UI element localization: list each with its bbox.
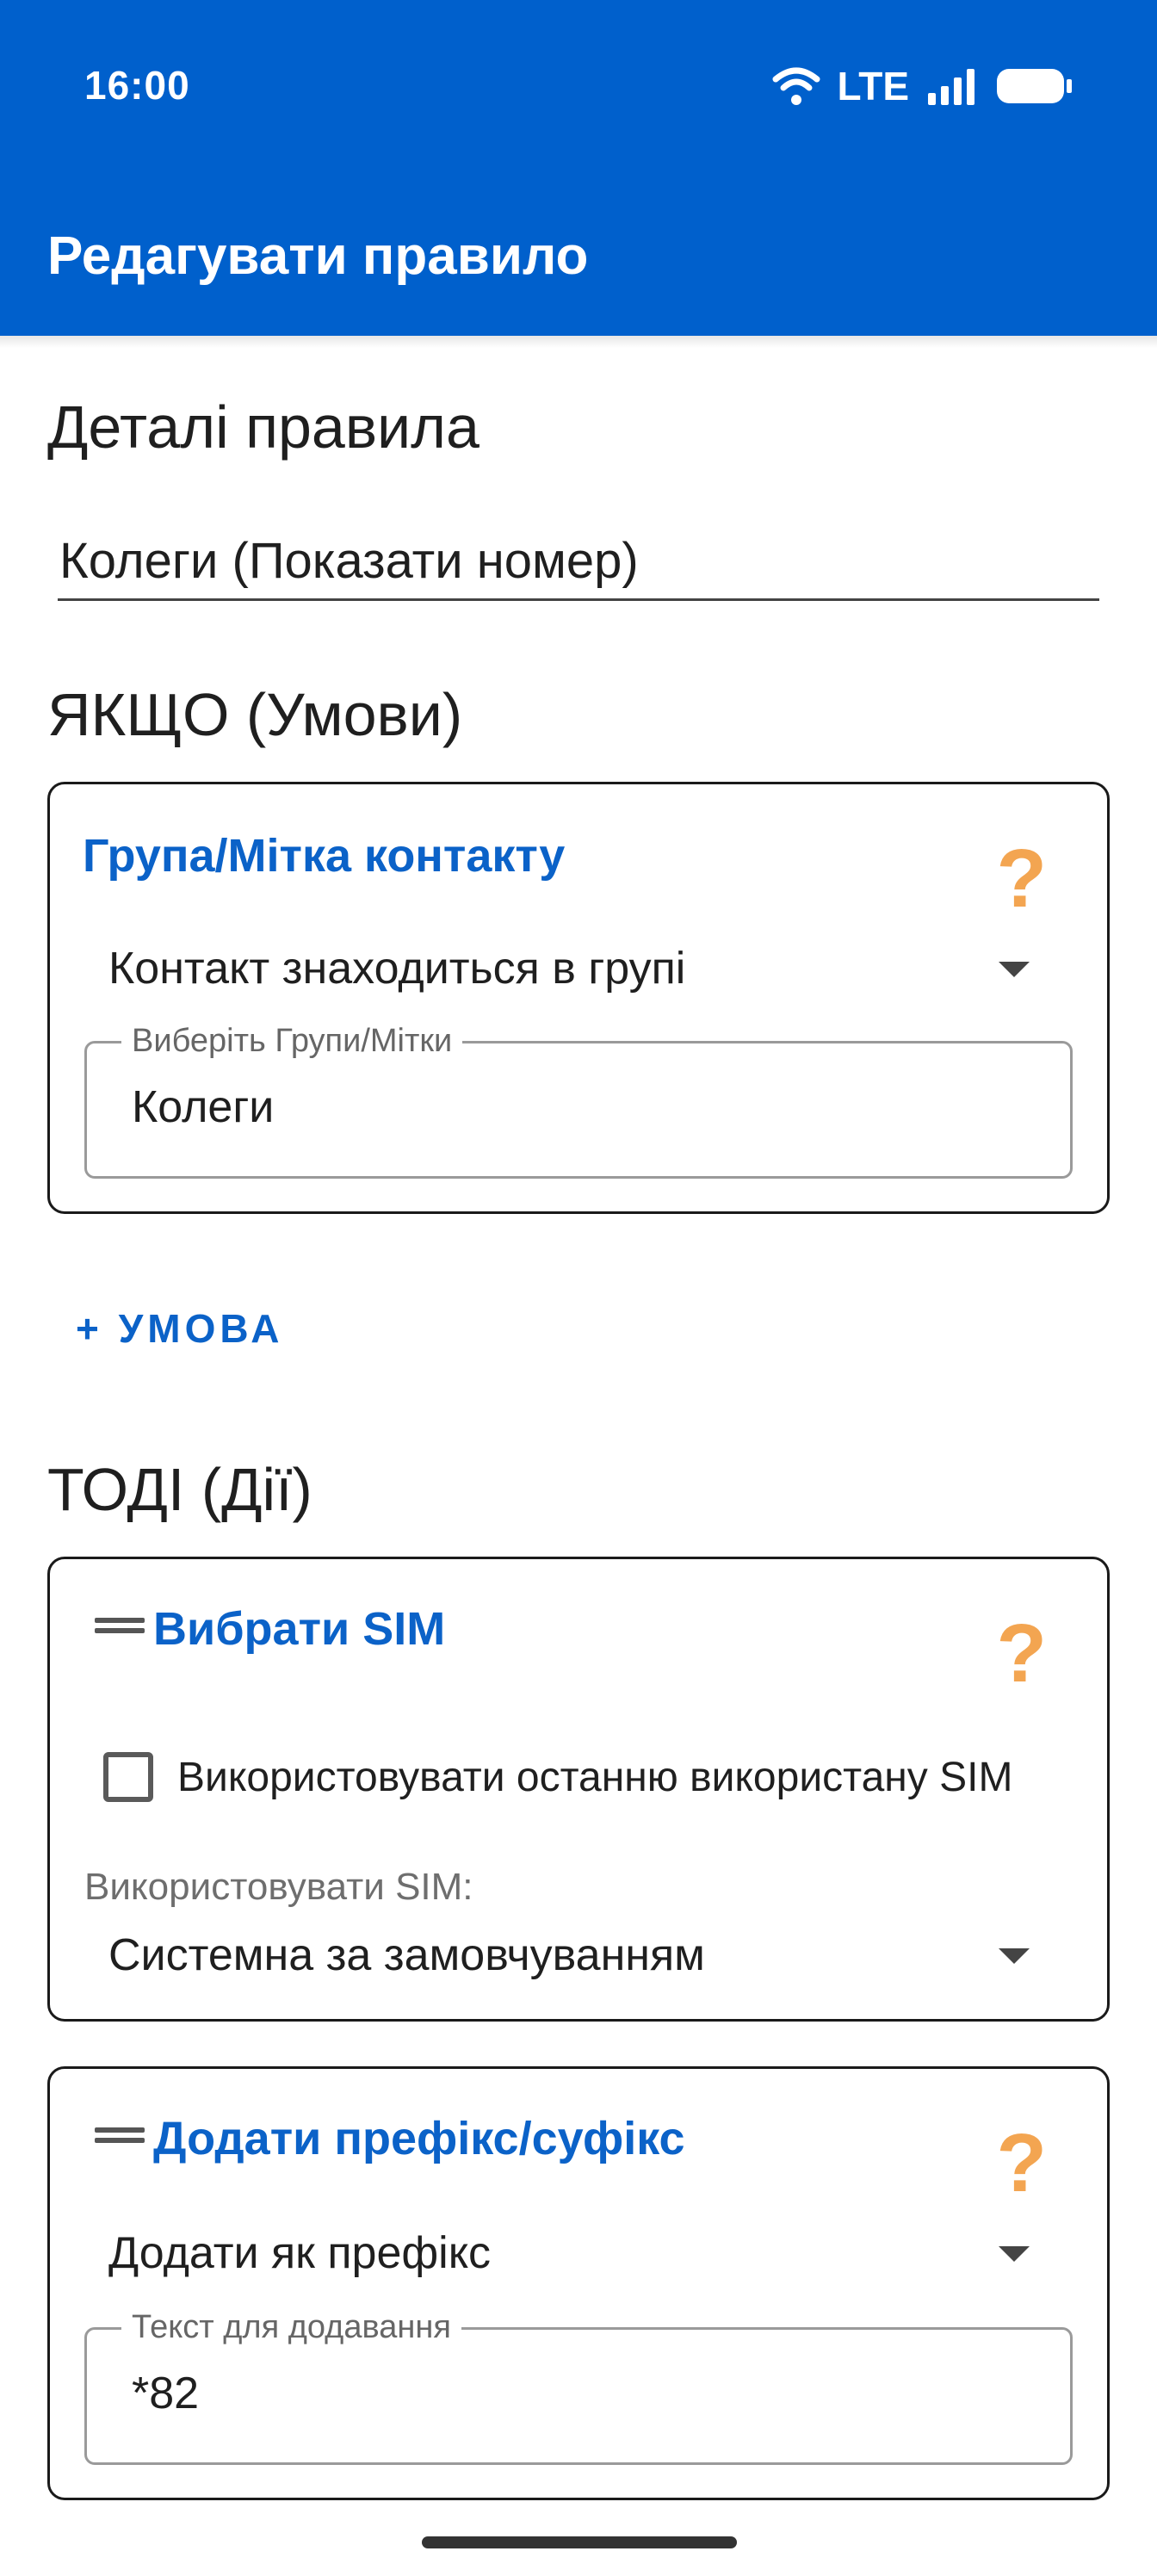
condition-card-contact-group: Група/Мітка контакту ? Контакт знаходить… bbox=[47, 782, 1110, 1214]
wifi-icon bbox=[772, 65, 820, 107]
status-time: 16:00 bbox=[84, 63, 190, 108]
group-select-value: Колеги bbox=[132, 1082, 275, 1132]
drag-handle-icon[interactable] bbox=[95, 1618, 145, 1635]
text-to-add-value: *82 bbox=[132, 2369, 200, 2418]
signal-icon bbox=[926, 67, 978, 105]
condition-operator-dropdown[interactable]: Контакт знаходиться в групі bbox=[108, 934, 1030, 1003]
action-card-prefix-suffix: Додати префікс/суфікс ? Додати як префік… bbox=[47, 2066, 1110, 2500]
last-used-sim-checkbox[interactable] bbox=[103, 1752, 153, 1802]
dropdown-arrow-icon bbox=[999, 962, 1030, 977]
help-icon[interactable]: ? bbox=[996, 2122, 1047, 2205]
conditions-heading: ЯКЩО (Умови) bbox=[47, 681, 463, 748]
app-bar: 16:00 LTE Редагувати правило bbox=[0, 0, 1157, 336]
prefix-mode-value: Додати як префікс bbox=[108, 2228, 492, 2278]
actions-heading: ТОДІ (Дії) bbox=[47, 1456, 312, 1523]
action-title: Вибрати SIM bbox=[153, 1603, 446, 1655]
app-bar-shadow bbox=[0, 336, 1157, 348]
action-title: Додати префікс/суфікс bbox=[153, 2113, 685, 2164]
text-to-add-field[interactable]: Текст для додавання *82 bbox=[84, 2309, 1073, 2465]
rule-name-input[interactable]: Колеги (Показати номер) bbox=[58, 527, 1099, 601]
last-used-sim-label[interactable]: Використовувати останню використану SIM bbox=[177, 1754, 1012, 1801]
battery-icon bbox=[995, 65, 1073, 107]
dropdown-arrow-icon bbox=[999, 2246, 1030, 2262]
dropdown-arrow-icon bbox=[999, 1948, 1030, 1964]
help-icon[interactable]: ? bbox=[996, 1613, 1047, 1695]
group-select-label: Виберіть Групи/Мітки bbox=[121, 1023, 463, 1060]
help-icon[interactable]: ? bbox=[996, 838, 1047, 920]
rule-details-heading: Деталі правила bbox=[47, 393, 480, 461]
home-indicator[interactable] bbox=[422, 2536, 737, 2548]
use-sim-label: Використовувати SIM: bbox=[84, 1866, 473, 1908]
add-condition-button[interactable]: + УМОВА bbox=[76, 1305, 284, 1352]
drag-handle-icon[interactable] bbox=[95, 2127, 145, 2145]
status-icons: LTE bbox=[772, 60, 1073, 112]
text-to-add-label: Текст для додавання bbox=[121, 2309, 461, 2346]
sim-select-dropdown[interactable]: Системна за замовчуванням bbox=[108, 1921, 1030, 1990]
sim-select-value: Системна за замовчуванням bbox=[108, 1930, 705, 1980]
action-card-select-sim: Вибрати SIM ? Використовувати останню ви… bbox=[47, 1557, 1110, 2022]
condition-operator-value: Контакт знаходиться в групі bbox=[108, 944, 686, 994]
group-select-field[interactable]: Виберіть Групи/Мітки Колеги bbox=[84, 1023, 1073, 1179]
page-title: Редагувати правило bbox=[47, 226, 589, 286]
prefix-mode-dropdown[interactable]: Додати як префікс bbox=[108, 2219, 1030, 2288]
condition-title: Група/Мітка контакту bbox=[83, 830, 566, 882]
network-type: LTE bbox=[837, 64, 909, 108]
